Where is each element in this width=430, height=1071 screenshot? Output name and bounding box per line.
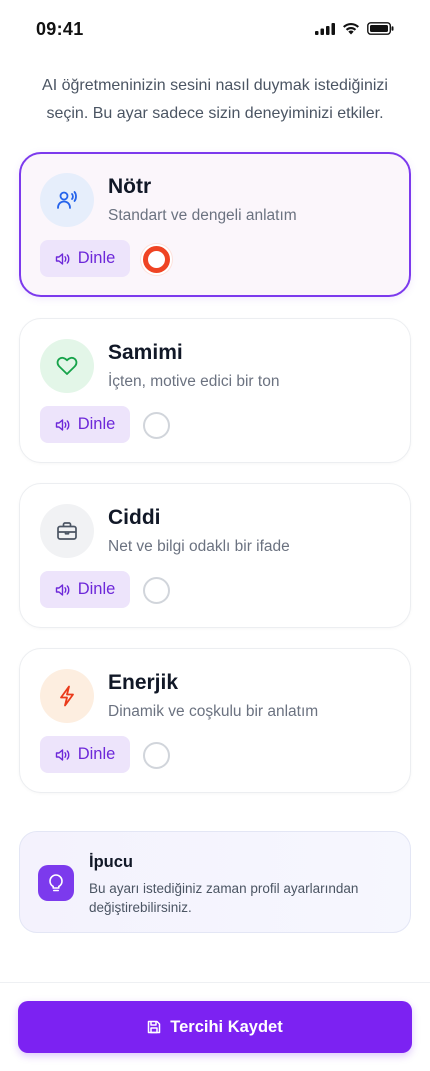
status-icons xyxy=(315,22,394,35)
lightning-icon xyxy=(40,669,94,723)
save-button-label: Tercihi Kaydet xyxy=(170,1017,283,1036)
option-title: Samimi xyxy=(108,341,183,364)
listen-label: Dinle xyxy=(77,415,116,433)
wifi-icon xyxy=(343,22,359,35)
briefcase-icon xyxy=(40,504,94,558)
listen-label: Dinle xyxy=(77,580,116,598)
tip-box: İpucu Bu ayarı istediğiniz zaman profil … xyxy=(19,831,411,933)
option-card-ciddi[interactable]: Ciddi Net ve bilgi odaklı bir ifade Dinl… xyxy=(19,483,411,628)
user-voice-icon xyxy=(40,173,94,227)
option-title: Ciddi xyxy=(108,506,161,529)
listen-button[interactable]: Dinle xyxy=(40,571,130,608)
radio-unselected[interactable] xyxy=(143,412,170,439)
footer-divider xyxy=(0,982,430,983)
lightbulb-icon xyxy=(38,865,74,901)
radio-unselected[interactable] xyxy=(143,577,170,604)
option-card-samimi[interactable]: Samimi İçten, motive edici bir ton Dinle xyxy=(19,318,411,463)
status-bar: 09:41 xyxy=(0,0,430,60)
listen-label: Dinle xyxy=(77,745,116,763)
heart-icon xyxy=(40,339,94,393)
speaker-icon xyxy=(55,418,70,431)
option-card-enerjik[interactable]: Enerjik Dinamik ve coşkulu bir anlatım D… xyxy=(19,648,411,793)
option-description: İçten, motive edici bir ton xyxy=(108,373,280,390)
listen-button[interactable]: Dinle xyxy=(40,406,130,443)
option-description: Standart ve dengeli anlatım xyxy=(108,207,297,224)
listen-label: Dinle xyxy=(77,249,116,267)
option-description: Net ve bilgi odaklı bir ifade xyxy=(108,538,290,555)
signal-icon xyxy=(315,22,335,35)
tip-text: Bu ayarı istediğiniz zaman profil ayarla… xyxy=(89,881,359,915)
tip-title: İpucu xyxy=(89,853,133,871)
battery-icon xyxy=(367,22,394,35)
status-time: 09:41 xyxy=(36,19,84,39)
speaker-icon xyxy=(55,252,70,265)
option-title: Enerjik xyxy=(108,671,179,694)
save-icon xyxy=(148,1020,161,1034)
option-title: Nötr xyxy=(108,175,152,198)
option-card-notr[interactable]: Nötr Standart ve dengeli anlatım Dinle xyxy=(19,152,411,297)
radio-selected[interactable] xyxy=(143,246,170,273)
option-description: Dinamik ve coşkulu bir anlatım xyxy=(108,703,319,720)
save-preference-button[interactable]: Tercihi Kaydet xyxy=(18,1001,412,1053)
listen-button[interactable]: Dinle xyxy=(40,736,130,773)
radio-unselected[interactable] xyxy=(143,742,170,769)
listen-button[interactable]: Dinle xyxy=(40,240,130,277)
intro-text: AI öğretmeninizin sesini nasıl duymak is… xyxy=(42,77,388,122)
speaker-icon xyxy=(55,583,70,596)
speaker-icon xyxy=(55,748,70,761)
